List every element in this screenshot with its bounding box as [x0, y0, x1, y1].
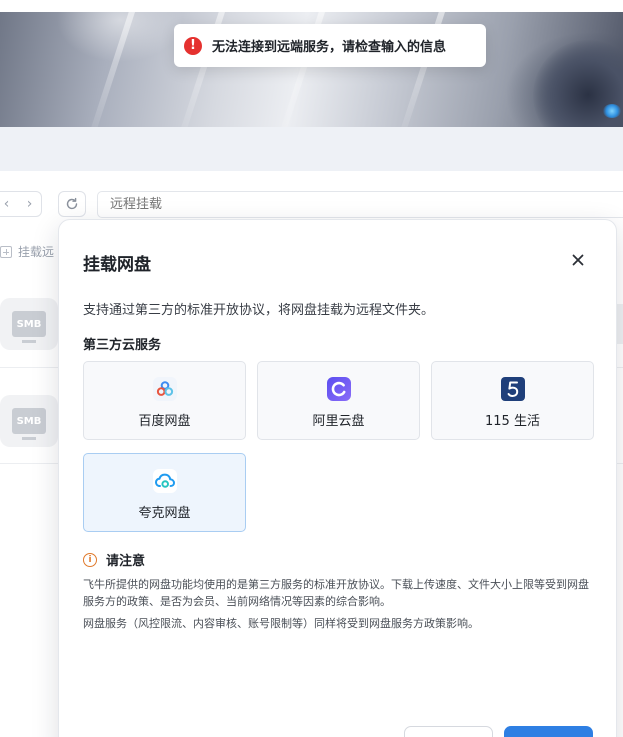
header-band: [0, 127, 623, 171]
provider-label: 115 生活: [485, 414, 540, 429]
banner-decoration: [603, 104, 621, 118]
provider-label: 阿里云盘: [312, 414, 365, 429]
error-toast: ! 无法连接到远端服务，请检查输入的信息: [174, 24, 486, 67]
title-strip: [0, 0, 623, 12]
list-item-icon[interactable]: SMB: [0, 395, 58, 447]
notice-header: i 请注意: [83, 550, 145, 569]
refresh-button[interactable]: [58, 191, 86, 217]
provider-card-115[interactable]: 115 生活: [431, 361, 594, 440]
banner-decoration: [88, 2, 138, 127]
list-item-icon[interactable]: SMB: [0, 298, 58, 350]
notice-paragraph: 飞牛所提供的网盘功能均使用的是第三方服务的标准开放协议。下载上传速度、文件大小上…: [83, 578, 589, 608]
history-nav: ‹ ›: [0, 191, 42, 217]
confirm-button[interactable]: [504, 726, 593, 737]
dialog-title: 挂载网盘: [83, 255, 151, 275]
provider-label: 夸克网盘: [138, 506, 191, 521]
add-icon: [0, 245, 12, 258]
baidu-netdisk-icon: [152, 377, 177, 401]
forward-icon[interactable]: ›: [27, 196, 33, 212]
provider-card-baidu[interactable]: 百度网盘: [83, 361, 246, 440]
close-button[interactable]: [567, 249, 589, 271]
smb-icon: SMB: [12, 311, 46, 343]
provider-label: 百度网盘: [138, 414, 191, 429]
info-icon: i: [83, 552, 97, 567]
quark-drive-icon: [152, 469, 177, 493]
aliyun-drive-icon: [326, 377, 351, 401]
mount-netdisk-dialog: 挂载网盘 支持通过第三方的标准开放协议，将网盘挂载为远程文件夹。 第三方云服务 …: [58, 219, 617, 737]
notice-title: 请注意: [106, 554, 146, 569]
notice-paragraph: 网盘服务（风控限流、内容审核、账号限制等）同样将受到网盘服务方政策影响。: [83, 617, 479, 630]
close-icon: [572, 254, 584, 266]
smb-icon: SMB: [12, 408, 46, 440]
dialog-description: 支持通过第三方的标准开放协议，将网盘挂载为远程文件夹。: [83, 303, 435, 318]
refresh-icon: [66, 197, 78, 210]
115-life-icon: [500, 377, 525, 401]
provider-card-aliyun[interactable]: 阿里云盘: [257, 361, 420, 440]
cancel-button[interactable]: [404, 726, 493, 737]
mount-button[interactable]: 挂载远: [0, 243, 54, 260]
provider-card-quark[interactable]: 夸克网盘: [83, 453, 246, 532]
toast-message: 无法连接到远端服务，请检查输入的信息: [212, 40, 447, 55]
mount-button-label: 挂载远: [18, 245, 55, 259]
section-title: 第三方云服务: [83, 338, 162, 353]
path-input[interactable]: [97, 191, 623, 218]
error-icon: !: [184, 36, 202, 55]
back-icon[interactable]: ‹: [4, 196, 10, 212]
